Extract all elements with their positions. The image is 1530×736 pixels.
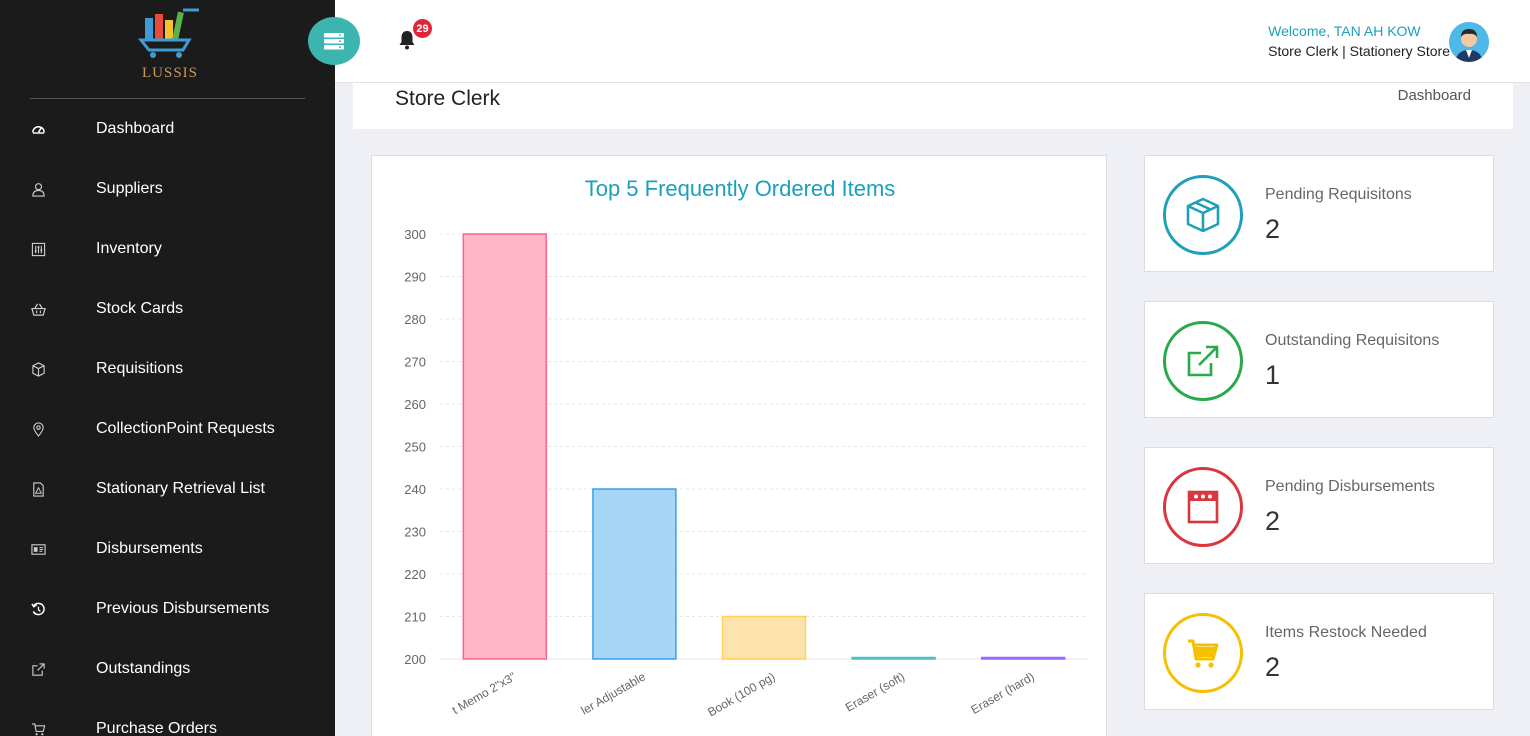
sidebar-item-label: Previous Disbursements <box>96 600 270 617</box>
notification-badge: 29 <box>413 19 432 38</box>
stat-card-pending-requisitions[interactable]: Pending Requisitons 2 <box>1144 155 1494 272</box>
y-tick-label: 210 <box>404 610 426 625</box>
external-link-icon <box>1187 345 1219 377</box>
chart-bar[interactable] <box>462 233 548 660</box>
sidebar-item-label: Purchase Orders <box>96 720 217 736</box>
cart-icon <box>0 722 96 736</box>
y-tick-label: 260 <box>404 397 426 412</box>
cart-logo-icon <box>137 8 199 58</box>
x-tick-label: Eraser (soft) <box>843 669 907 714</box>
user-icon <box>0 182 96 197</box>
stat-value: 2 <box>1265 652 1281 682</box>
menu-toggle-button[interactable] <box>308 17 360 65</box>
breadcrumb[interactable]: Dashboard <box>1398 87 1471 104</box>
sidebar-item-label: Requisitions <box>96 360 184 377</box>
chart-bar[interactable] <box>592 488 677 660</box>
chart-title: Top 5 Frequently Ordered Items <box>585 176 896 201</box>
user-role: Store Clerk | Stationery Store <box>1268 43 1450 59</box>
dashboard-icon <box>0 122 96 137</box>
sliders-icon <box>0 242 96 257</box>
page-title: Store Clerk <box>395 87 501 110</box>
sidebar-item-requisitions[interactable]: Requisitions <box>0 339 335 399</box>
top-bar: 29 Welcome, TAN AH KOW Store Clerk | Sta… <box>308 0 1530 83</box>
y-tick-label: 290 <box>404 270 426 285</box>
bar-chart: Top 5 Frequently Ordered Items 200 210 220… <box>404 176 1088 719</box>
stat-card-pending-disbursements[interactable]: Pending Disbursements 2 <box>1144 447 1494 564</box>
x-tick-label: t Memo 2"x3" <box>450 669 519 717</box>
stat-label: Items Restock Needed <box>1265 624 1427 641</box>
y-tick-label: 270 <box>404 355 426 370</box>
stat-value: 1 <box>1265 360 1281 390</box>
x-tick-label: ler Adjustable <box>579 669 649 717</box>
stat-label: Pending Disbursements <box>1265 478 1435 495</box>
page-header: Store Clerk Dashboard <box>353 83 1513 129</box>
logo-text: LUSSIS <box>141 65 199 81</box>
top-items-chart-card: Top 5 Frequently Ordered Items 200 210 220… <box>371 155 1107 736</box>
x-tick-label: Book (100 pg) <box>705 669 777 719</box>
stat-icon-circle <box>1163 321 1243 401</box>
pdf-icon <box>0 481 96 497</box>
y-tick-label: 230 <box>404 525 426 540</box>
stat-label: Pending Requisitons <box>1265 186 1412 203</box>
chart-bar[interactable] <box>721 615 807 660</box>
cart-icon <box>1188 639 1219 668</box>
stat-value: 2 <box>1265 214 1281 244</box>
stat-label: Outstanding Requisitons <box>1265 332 1440 349</box>
y-tick-label: 280 <box>404 312 426 327</box>
box-icon <box>0 361 96 377</box>
sidebar-item-label: Stationary Retrieval List <box>96 480 265 497</box>
external-link-icon <box>0 662 96 677</box>
stat-icon-circle <box>1163 613 1243 693</box>
sidebar: LUSSIS Dashboard Suppliers Inventory Sto <box>0 0 335 736</box>
y-tick-label: 220 <box>404 567 426 582</box>
basket-icon <box>0 302 96 317</box>
sidebar-nav: Dashboard Suppliers Inventory Stock Card… <box>0 99 335 736</box>
app-logo[interactable]: LUSSIS <box>130 8 210 82</box>
server-icon <box>324 33 344 50</box>
sidebar-item-label: Inventory <box>96 240 162 257</box>
sidebar-item-label: Dashboard <box>96 120 175 137</box>
sidebar-item-stock-cards[interactable]: Stock Cards <box>0 279 335 339</box>
sidebar-item-label: Stock Cards <box>96 300 184 317</box>
user-avatar-icon <box>1449 22 1489 62</box>
y-tick-label: 250 <box>404 440 426 455</box>
sidebar-item-inventory[interactable]: Inventory <box>0 219 335 279</box>
sidebar-item-label: CollectionPoint Requests <box>96 420 275 437</box>
id-card-icon <box>0 542 96 557</box>
y-tick-label: 300 <box>404 227 426 242</box>
history-icon <box>0 602 96 617</box>
box-icon <box>1186 197 1220 233</box>
welcome-text: Welcome, TAN AH KOW <box>1268 23 1421 39</box>
sidebar-item-label: Disbursements <box>96 540 203 557</box>
y-tick-label: 200 <box>404 652 426 667</box>
sidebar-item-label: Suppliers <box>96 180 163 197</box>
stat-card-items-restock-needed[interactable]: Items Restock Needed 2 <box>1144 593 1494 710</box>
chart-bar[interactable] <box>980 656 1066 660</box>
sidebar-item-disbursements[interactable]: Disbursements <box>0 519 335 579</box>
calendar-icon <box>1187 490 1219 524</box>
stat-icon-circle <box>1163 467 1243 547</box>
user-info: Welcome, TAN AH KOW Store Clerk | Statio… <box>1268 21 1450 61</box>
stat-card-outstanding-requisitions[interactable]: Outstanding Requisitons 1 <box>1144 301 1494 418</box>
sidebar-item-stationary-retrieval-list[interactable]: Stationary Retrieval List <box>0 459 335 519</box>
stat-icon-circle <box>1163 175 1243 255</box>
stat-value: 2 <box>1265 506 1281 536</box>
location-icon <box>0 421 96 437</box>
sidebar-item-dashboard[interactable]: Dashboard <box>0 99 335 159</box>
chart-bar[interactable] <box>851 656 936 660</box>
sidebar-item-previous-disbursements[interactable]: Previous Disbursements <box>0 579 335 639</box>
y-tick-label: 240 <box>404 482 426 497</box>
sidebar-item-outstandings[interactable]: Outstandings <box>0 639 335 699</box>
x-tick-label: Eraser (hard) <box>968 669 1036 716</box>
sidebar-item-label: Outstandings <box>96 660 191 677</box>
sidebar-item-suppliers[interactable]: Suppliers <box>0 159 335 219</box>
sidebar-item-purchase-orders[interactable]: Purchase Orders <box>0 699 335 736</box>
avatar[interactable] <box>1449 22 1489 62</box>
sidebar-item-collection-point-requests[interactable]: CollectionPoint Requests <box>0 399 335 459</box>
